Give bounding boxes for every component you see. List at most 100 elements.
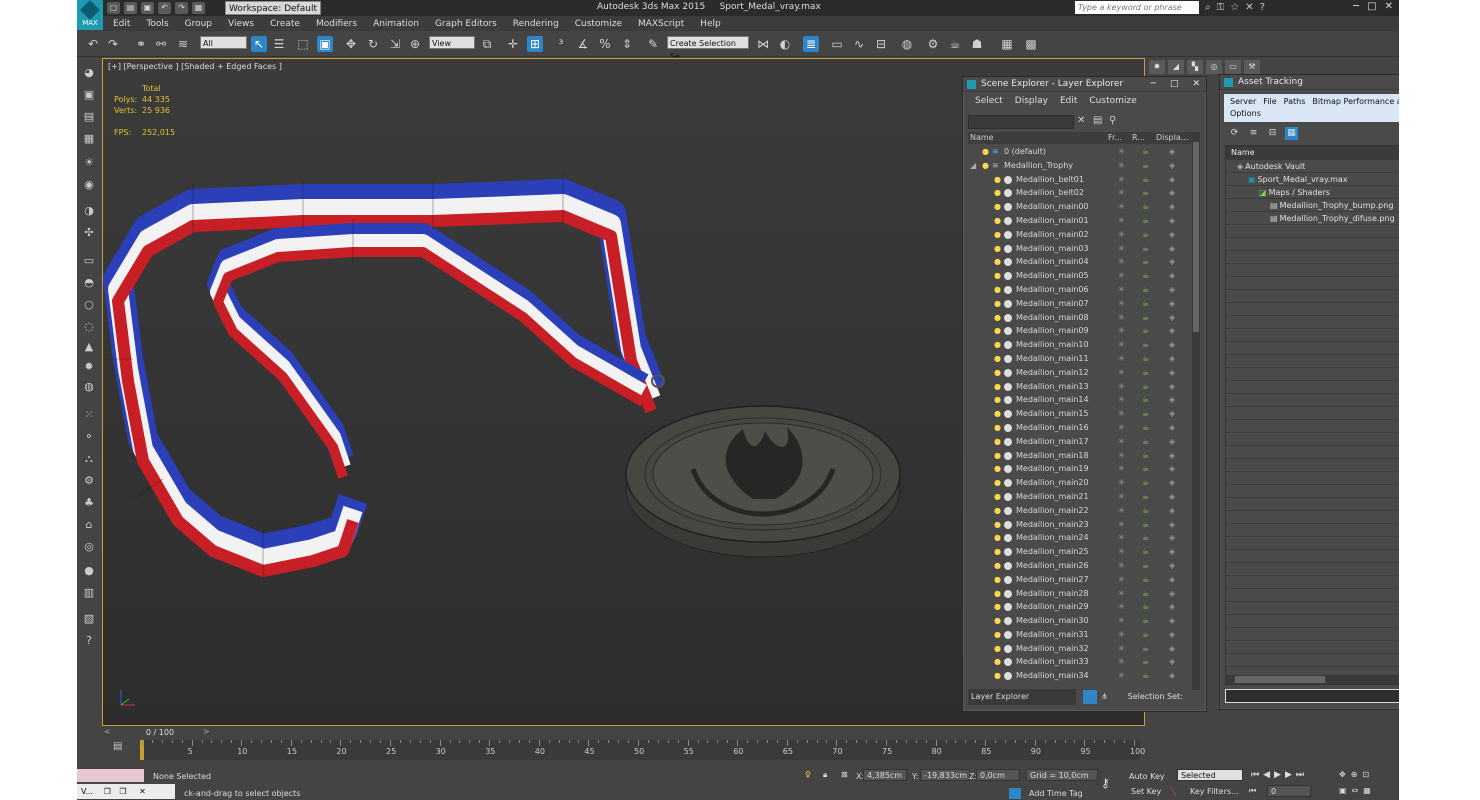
- display-box-icon[interactable]: ◈: [1169, 531, 1175, 545]
- display-box-icon[interactable]: ◈: [1169, 366, 1175, 380]
- subscription-icon[interactable]: ⚿: [1217, 2, 1225, 13]
- display-box-icon[interactable]: ◈: [1169, 255, 1175, 269]
- lightbulb-icon[interactable]: ●: [994, 352, 1001, 366]
- freeze-icon[interactable]: ✳: [1118, 655, 1125, 669]
- save-file-icon[interactable]: ▣: [141, 2, 154, 14]
- edit-named-sets-icon[interactable]: ✎: [645, 36, 661, 52]
- render-teapot-icon[interactable]: ☕: [1142, 159, 1149, 173]
- lightbulb-icon[interactable]: ●: [994, 214, 1001, 228]
- render-teapot-icon[interactable]: ☕: [1142, 255, 1149, 269]
- lightbulb-icon[interactable]: ●: [994, 407, 1001, 421]
- open-file-icon[interactable]: ▤: [124, 2, 137, 14]
- freeze-icon[interactable]: ✳: [1118, 366, 1125, 380]
- lightbulb-icon[interactable]: ●: [994, 366, 1001, 380]
- display-box-icon[interactable]: ◈: [1169, 449, 1175, 463]
- at-menu-file[interactable]: File: [1263, 97, 1276, 106]
- display-box-icon[interactable]: ◈: [1169, 642, 1175, 656]
- menu-views[interactable]: Views: [228, 19, 254, 29]
- expand-arrow-icon[interactable]: ◢: [970, 159, 976, 173]
- scene-explorer-scrollbar[interactable]: [1192, 132, 1200, 690]
- tree-row-object[interactable]: ● Medallion_main27 ✳ ☕ ◈: [968, 573, 1192, 587]
- lightbulb-icon[interactable]: ●: [994, 462, 1001, 476]
- freeze-icon[interactable]: ✳: [1118, 476, 1125, 490]
- tree-row-object[interactable]: ● Medallion_main03 ✳ ☕ ◈: [968, 242, 1192, 256]
- sphere-icon[interactable]: ◑: [81, 203, 97, 219]
- display-box-icon[interactable]: ◈: [1169, 283, 1175, 297]
- tree-row-object[interactable]: ● Medallion_main23 ✳ ☕ ◈: [968, 518, 1192, 532]
- lightbulb-icon[interactable]: ●: [994, 587, 1001, 601]
- layer-mode-icon[interactable]: [1082, 689, 1097, 704]
- material-ball-icon[interactable]: ◎: [81, 539, 97, 555]
- grid-icon[interactable]: ▦: [81, 131, 97, 147]
- render-teapot-icon[interactable]: ☕: [1142, 242, 1149, 256]
- display-box-icon[interactable]: ◈: [1169, 490, 1175, 504]
- cone-icon[interactable]: ▲: [81, 339, 97, 355]
- maximize-icon[interactable]: □: [1170, 77, 1179, 92]
- key-filters-button[interactable]: Key Filters...: [1190, 787, 1239, 796]
- render-teapot-icon[interactable]: ☕: [1142, 462, 1149, 476]
- render-teapot-icon[interactable]: ☕: [1142, 449, 1149, 463]
- percent-snap-icon[interactable]: %: [597, 36, 613, 52]
- display-box-icon[interactable]: ◈: [1169, 462, 1175, 476]
- freeze-icon[interactable]: ✳: [1118, 173, 1125, 187]
- undo-icon[interactable]: ↶: [158, 2, 171, 14]
- bind-spacewarp-icon[interactable]: ≋: [175, 36, 191, 52]
- hierarchy-mode-icon[interactable]: ⋔: [1101, 689, 1115, 705]
- hf-icon[interactable]: ⌂: [81, 517, 97, 533]
- new-file-icon[interactable]: ▢: [107, 2, 120, 14]
- freeze-icon[interactable]: ✳: [1118, 642, 1125, 656]
- render-teapot-icon[interactable]: ☕: [1142, 283, 1149, 297]
- tree-icon[interactable]: ♣: [81, 495, 97, 511]
- display-box-icon[interactable]: ◈: [1169, 380, 1175, 394]
- scene-explorer-titlebar[interactable]: Scene Explorer - Layer Explorer ─ □ ✕: [963, 77, 1206, 92]
- menu-animation[interactable]: Animation: [373, 19, 419, 29]
- help-icon[interactable]: ?: [1260, 2, 1265, 13]
- lightbulb-icon[interactable]: ●: [994, 283, 1001, 297]
- freeze-icon[interactable]: ✳: [1118, 242, 1125, 256]
- render-teapot-icon[interactable]: ☕: [1142, 214, 1149, 228]
- playback-controls[interactable]: ⏮◀▶▶⏭: [1251, 770, 1308, 780]
- render-teapot-icon[interactable]: ☕: [1142, 600, 1149, 614]
- tree-row-object[interactable]: ● Medallion_main14 ✳ ☕ ◈: [968, 393, 1192, 407]
- lightbulb-icon[interactable]: ●: [994, 490, 1001, 504]
- menu-graph-editors[interactable]: Graph Editors: [435, 19, 497, 29]
- help-icon[interactable]: ?: [81, 633, 97, 649]
- slider-prev-icon[interactable]: <: [104, 727, 111, 736]
- restore-icon-2[interactable]: ❐: [119, 787, 126, 796]
- tree-row-object[interactable]: ● Medallion_main04 ✳ ☕ ◈: [968, 255, 1192, 269]
- current-frame-field[interactable]: 0: [1267, 785, 1311, 797]
- pivot-center-icon[interactable]: ⧉: [479, 36, 495, 52]
- display-box-icon[interactable]: ◈: [1169, 669, 1175, 683]
- tree-row-object[interactable]: ● Medallion_main28 ✳ ☕ ◈: [968, 587, 1192, 601]
- render-teapot-icon[interactable]: ☕: [1142, 407, 1149, 421]
- freeze-icon[interactable]: ✳: [1118, 255, 1125, 269]
- add-time-tag[interactable]: Add Time Tag: [1029, 789, 1083, 798]
- display-box-icon[interactable]: ◈: [1169, 159, 1175, 173]
- tree-row-object[interactable]: ● Medallion_main01 ✳ ☕ ◈: [968, 214, 1192, 228]
- find-icon[interactable]: ⚲: [1109, 115, 1116, 126]
- motion-tab-icon[interactable]: ◎: [1206, 60, 1222, 74]
- freeze-icon[interactable]: ✳: [1118, 311, 1125, 325]
- light-icon[interactable]: ☀: [81, 155, 97, 171]
- redo-icon[interactable]: ↷: [175, 2, 188, 14]
- freeze-icon[interactable]: ✳: [1118, 587, 1125, 601]
- freeze-icon[interactable]: ✳: [1118, 504, 1125, 518]
- minimize-icon[interactable]: ─: [1353, 1, 1359, 12]
- at-menu-paths[interactable]: Paths: [1284, 97, 1306, 106]
- list-view-icon[interactable]: ≡: [1247, 127, 1260, 140]
- render-teapot-icon[interactable]: ☕: [1142, 352, 1149, 366]
- menu-group[interactable]: Group: [185, 19, 212, 29]
- lightbulb-icon[interactable]: ●: [994, 297, 1001, 311]
- calculator-icon[interactable]: ▥: [81, 585, 97, 601]
- lock-icon[interactable]: 🔒︎: [823, 770, 827, 780]
- tree-row-object[interactable]: ● Medallion_main29 ✳ ☕ ◈: [968, 600, 1192, 614]
- slider-next-icon[interactable]: >: [203, 727, 210, 736]
- lightbulb-icon[interactable]: ●: [982, 145, 989, 159]
- tree-row-object[interactable]: ● Medallion_main07 ✳ ☕ ◈: [968, 297, 1192, 311]
- project-folder-icon[interactable]: ▦: [192, 2, 205, 14]
- menu-help[interactable]: Help: [700, 19, 721, 29]
- display-tab-icon[interactable]: ▭: [1225, 60, 1241, 74]
- tree-row-object[interactable]: ● Medallion_main26 ✳ ☕ ◈: [968, 559, 1192, 573]
- particles-icon[interactable]: ⁙: [81, 407, 97, 423]
- menu-rendering[interactable]: Rendering: [513, 19, 559, 29]
